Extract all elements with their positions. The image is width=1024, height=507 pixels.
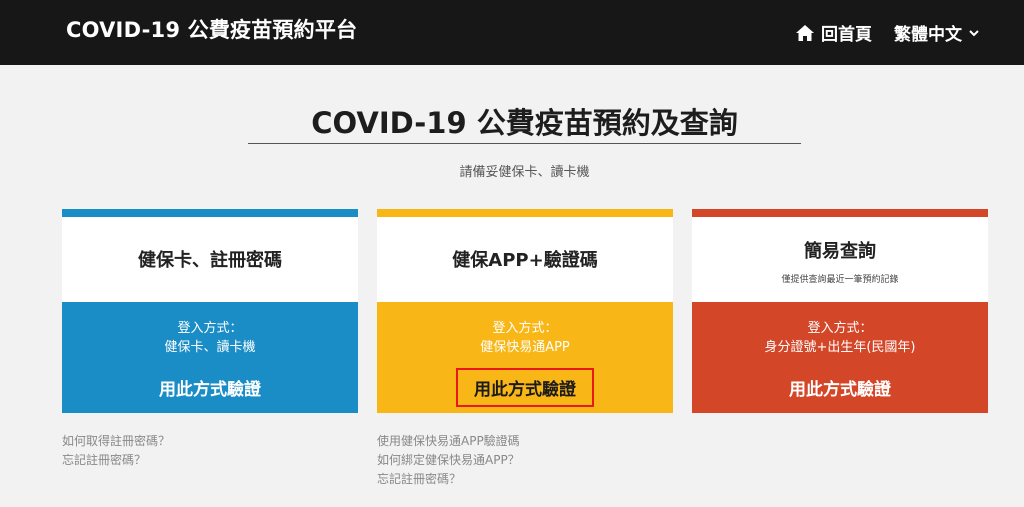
- card-color-strip: [377, 209, 673, 217]
- card-simple-query: 簡易查詢 僅提供查詢最近一筆預約記錄 登入方式： 身分證號+出生年(民國年) 用…: [692, 209, 988, 413]
- card-health-card-password: 健保卡、註冊密碼 登入方式： 健保卡、讀卡機 用此方式驗證: [62, 209, 358, 413]
- verify-simple-query-button[interactable]: 用此方式驗證: [771, 368, 909, 407]
- language-label: 繁體中文: [894, 25, 962, 45]
- top-navbar: COVID-19 公費疫苗預約平台 回首頁 繁體中文: [0, 0, 1024, 65]
- login-method-value: 健保快易通APP: [480, 340, 570, 355]
- card-title: 健保卡、註冊密碼: [138, 250, 282, 271]
- card-note: 僅提供查詢最近一筆預約記錄: [781, 275, 899, 285]
- home-link[interactable]: 回首頁: [795, 20, 872, 45]
- language-select[interactable]: 繁體中文: [894, 20, 980, 45]
- card-nhi-app-code: 健保APP+驗證碼 登入方式： 健保快易通APP 用此方式驗證: [377, 209, 673, 413]
- home-icon: [795, 24, 815, 42]
- card-2-help-links: 使用健保快易通APP驗證碼 如何綁定健保快易通APP？ 忘記註冊密碼？: [377, 432, 520, 489]
- title-divider: [248, 143, 801, 144]
- verify-nhi-app-button[interactable]: 用此方式驗證: [456, 368, 594, 407]
- site-brand[interactable]: COVID-19 公費疫苗預約平台: [66, 14, 357, 44]
- login-method-value: 身分證號+出生年(民國年): [764, 340, 916, 355]
- verify-health-card-button[interactable]: 用此方式驗證: [141, 368, 279, 407]
- top-nav: 回首頁 繁體中文: [795, 20, 980, 45]
- home-label: 回首頁: [821, 25, 872, 45]
- card-body: 登入方式： 身分證號+出生年(民國年) 用此方式驗證: [692, 302, 988, 413]
- card-body: 登入方式： 健保卡、讀卡機 用此方式驗證: [62, 302, 358, 413]
- card-header: 健保卡、註冊密碼: [62, 209, 358, 302]
- login-method-value: 健保卡、讀卡機: [164, 340, 256, 355]
- card-body: 登入方式： 健保快易通APP 用此方式驗證: [377, 302, 673, 413]
- card-color-strip: [62, 209, 358, 217]
- login-method-label: 登入方式：: [177, 321, 243, 336]
- use-app-code-link[interactable]: 使用健保快易通APP驗證碼: [377, 432, 520, 451]
- chevron-down-icon: [968, 28, 980, 38]
- login-method-label: 登入方式：: [492, 321, 558, 336]
- login-method-label: 登入方式：: [807, 321, 873, 336]
- card-title: 簡易查詢: [804, 241, 876, 262]
- bind-app-link[interactable]: 如何綁定健保快易通APP？: [377, 451, 520, 470]
- card-header: 健保APP+驗證碼: [377, 209, 673, 302]
- forgot-password-link[interactable]: 忘記註冊密碼？: [377, 470, 520, 489]
- page-title: COVID-19 公費疫苗預約及查詢: [311, 106, 738, 140]
- forgot-password-link[interactable]: 忘記註冊密碼？: [62, 451, 170, 470]
- card-title: 健保APP+驗證碼: [452, 250, 598, 271]
- card-color-strip: [692, 209, 988, 217]
- card-1-help-links: 如何取得註冊密碼？ 忘記註冊密碼？: [62, 432, 170, 470]
- card-header: 簡易查詢 僅提供查詢最近一筆預約記錄: [692, 209, 988, 302]
- page-subtitle: 請備妥健保卡、讀卡機: [459, 165, 590, 180]
- get-password-link[interactable]: 如何取得註冊密碼？: [62, 432, 170, 451]
